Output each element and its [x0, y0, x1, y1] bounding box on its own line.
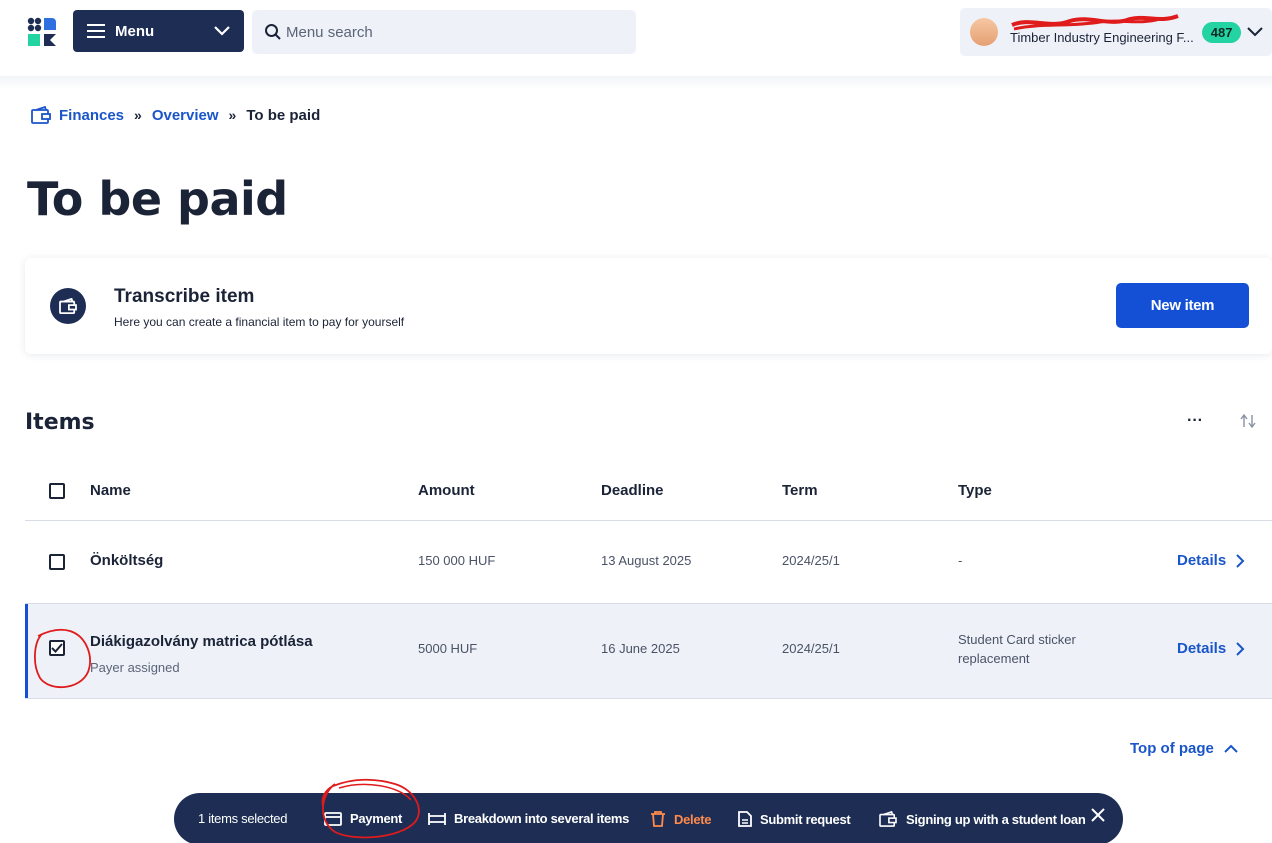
item-type-continued: replacement [958, 651, 1030, 666]
row-divider [25, 698, 1272, 699]
row-checkbox[interactable] [49, 554, 65, 570]
header-divider [0, 76, 1272, 90]
menu-button[interactable]: Menu [73, 10, 244, 52]
item-amount: 150 000 HUF [418, 553, 496, 568]
select-all-checkbox[interactable] [49, 483, 65, 499]
wallet-icon [31, 106, 51, 124]
card-subtitle: Here you can create a financial item to … [114, 315, 405, 329]
payment-icon [324, 811, 342, 826]
chevron-right-icon [1236, 553, 1245, 568]
column-header-term[interactable]: Term [782, 482, 818, 499]
app-logo[interactable] [26, 16, 58, 48]
wallet-icon [50, 288, 86, 324]
table-row[interactable]: Önköltség 150 000 HUF 13 August 2025 202… [25, 521, 1272, 603]
selection-action-bar: 1 items selected Payment Breakdown into … [174, 793, 1123, 843]
selected-count: 1 items selected [198, 811, 288, 826]
breadcrumb-separator: » [134, 107, 142, 123]
split-icon [428, 812, 446, 826]
item-status: Payer assigned [90, 660, 180, 675]
item-type: - [958, 553, 963, 568]
chevron-down-icon [214, 26, 230, 36]
breakdown-label: Breakdown into several items [454, 811, 630, 826]
breadcrumb-overview[interactable]: Overview [152, 107, 219, 124]
search-icon [264, 23, 282, 41]
more-options-icon[interactable]: ··· [1187, 412, 1203, 430]
transcribe-item-card: Transcribe item Here you can create a fi… [25, 258, 1272, 354]
close-icon[interactable] [1091, 808, 1105, 822]
column-header-deadline[interactable]: Deadline [601, 482, 664, 499]
item-amount: 5000 HUF [418, 641, 478, 656]
payment-label: Payment [350, 811, 403, 826]
menu-search-input[interactable]: Menu search [252, 10, 636, 54]
breadcrumb-separator: » [228, 107, 237, 123]
item-term: 2024/25/1 [782, 641, 840, 656]
submit-request-label: Submit request [760, 811, 851, 827]
breadcrumb-finances[interactable]: Finances [59, 107, 124, 124]
notification-badge[interactable]: 487 [1201, 21, 1242, 43]
column-header-amount[interactable]: Amount [418, 482, 475, 499]
sort-icon[interactable] [1240, 414, 1256, 428]
wallet-icon [878, 811, 898, 827]
item-name: Önköltség [90, 552, 164, 569]
card-title: Transcribe item [114, 286, 255, 307]
top-bar: Menu Menu search Timber Industry Enginee… [0, 0, 1272, 76]
item-deadline: 13 August 2025 [601, 553, 692, 568]
item-name: Diákigazolvány matrica pótlása [90, 633, 313, 650]
breakdown-button[interactable]: Breakdown into several items [428, 811, 629, 826]
column-header-name[interactable]: Name [90, 482, 131, 499]
delete-button[interactable]: Delete [650, 811, 712, 827]
student-loan-button[interactable]: Signing up with a student loan [878, 811, 1086, 827]
breadcrumb: Finances » Overview » To be paid [31, 106, 320, 124]
details-link[interactable]: Details [1177, 552, 1245, 569]
new-item-button[interactable]: New item [1116, 283, 1249, 328]
hamburger-icon [87, 24, 105, 38]
user-name-redacted [1010, 14, 1179, 31]
user-organization: Timber Industry Engineering F... [1010, 30, 1194, 45]
page-title: To be paid [27, 172, 288, 226]
row-checkbox-checked[interactable] [49, 640, 65, 656]
submit-request-button[interactable]: Submit request [738, 811, 851, 827]
top-of-page-label: Top of page [1130, 740, 1214, 757]
breadcrumb-current: To be paid [246, 106, 321, 124]
avatar [970, 18, 998, 46]
delete-label: Delete [674, 811, 712, 827]
column-header-type[interactable]: Type [958, 482, 992, 499]
details-label: Details [1177, 640, 1227, 657]
item-term: 2024/25/1 [782, 553, 840, 568]
chevron-down-icon [1247, 27, 1264, 37]
table-header: Name Amount Deadline Term Type [25, 470, 1272, 520]
table-row-selected[interactable]: Diákigazolvány matrica pótlása Payer ass… [25, 604, 1272, 698]
user-profile-menu[interactable]: Timber Industry Engineering F... 487 [960, 8, 1272, 56]
document-icon [738, 811, 752, 827]
details-link[interactable]: Details [1177, 640, 1245, 657]
student-loan-label: Signing up with a student loan [906, 811, 1086, 827]
payment-button[interactable]: Payment [324, 811, 402, 826]
details-label: Details [1177, 552, 1227, 569]
item-type: Student Card sticker [958, 632, 1076, 647]
items-heading: Items [25, 410, 95, 435]
trash-icon [650, 811, 666, 827]
search-placeholder: Menu search [286, 23, 373, 41]
item-deadline: 16 June 2025 [601, 641, 680, 656]
chevron-up-icon [1224, 744, 1238, 753]
menu-label: Menu [115, 22, 155, 40]
chevron-right-icon [1236, 641, 1245, 656]
top-of-page-link[interactable]: Top of page [1130, 740, 1238, 757]
